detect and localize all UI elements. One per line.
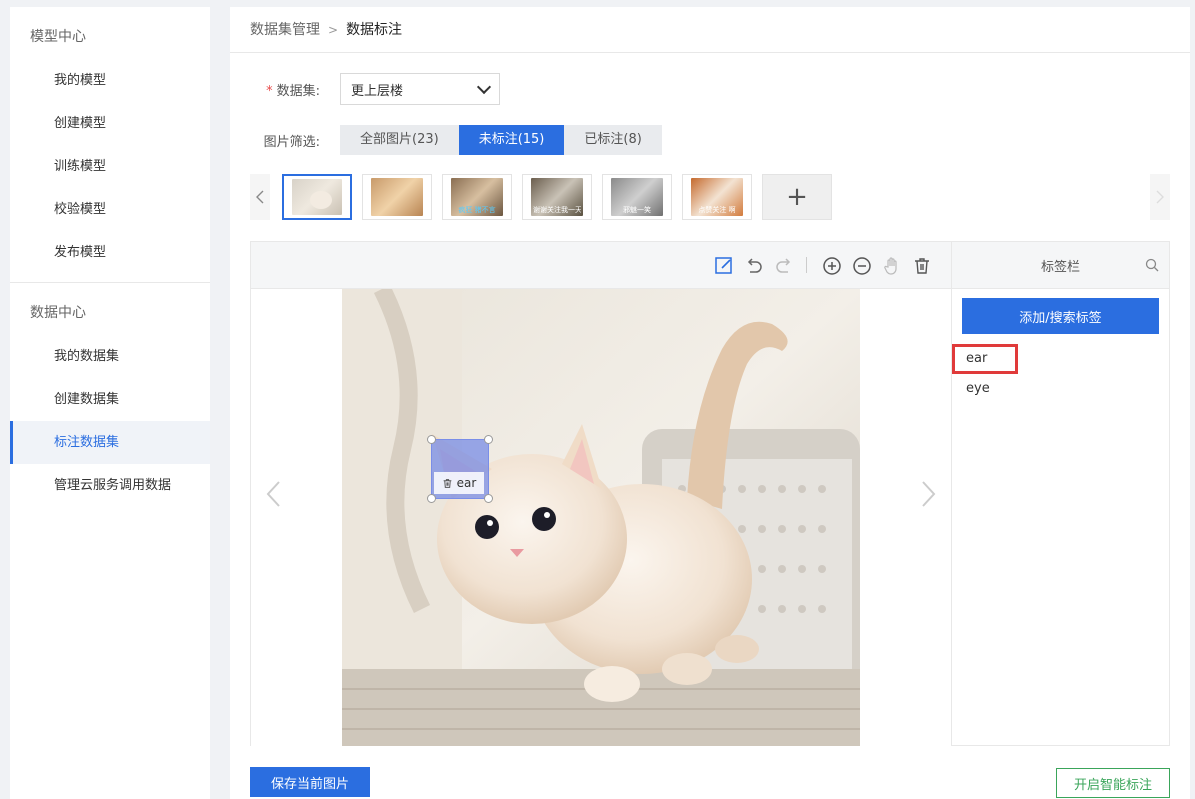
resize-handle-top-left[interactable]	[427, 435, 436, 444]
thumbnail-6[interactable]: 点赞关注 啊	[682, 174, 752, 220]
sidebar-item-annotate-dataset[interactable]: 标注数据集	[10, 421, 210, 464]
thumbnail-5[interactable]: 邪魅一笑	[602, 174, 672, 220]
sidebar-item-my-datasets[interactable]: 我的数据集	[10, 335, 210, 378]
resize-handle-top-right[interactable]	[484, 435, 493, 444]
thumbnail-caption: 疯狂 猪不言	[458, 206, 496, 214]
resize-handle-bottom-right[interactable]	[484, 494, 493, 503]
draw-box-icon[interactable]	[714, 256, 734, 276]
annotation-box-label: ear	[434, 472, 484, 494]
main-panel: 数据集管理 > 数据标注 * 数据集: 更上层楼 图片筛选: 全部图片(23) 未标注…	[230, 7, 1190, 799]
sidebar-item-train-model[interactable]: 训练模型	[10, 145, 210, 188]
annotation-toolbar	[251, 242, 951, 289]
filter-all[interactable]: 全部图片(23)	[340, 125, 459, 155]
tag-item-ear[interactable]: ear	[952, 344, 1018, 374]
sidebar-section-model: 模型中心 我的模型 创建模型 训练模型 校验模型 发布模型	[10, 7, 210, 282]
sidebar-group-title: 模型中心	[30, 29, 86, 45]
plus-icon: +	[786, 182, 808, 212]
resize-handle-bottom-left[interactable]	[427, 494, 436, 503]
thumbnail-caption: 邪魅一笑	[623, 206, 651, 214]
filter-unlabeled[interactable]: 未标注(15)	[458, 125, 565, 155]
breadcrumb-separator: >	[328, 23, 339, 37]
breadcrumb: 数据集管理 > 数据标注	[230, 7, 1190, 53]
thumbnail-next-button[interactable]	[1150, 174, 1170, 220]
hand-pan-icon[interactable]	[882, 256, 902, 276]
dataset-row: * 数据集: 更上层楼	[230, 73, 500, 105]
tag-panel: 标签栏 添加/搜索标签 ear eye	[951, 242, 1169, 746]
sidebar-group-title: 数据中心	[30, 305, 86, 321]
thumbnail-caption: 谢谢关注我一天的	[533, 206, 581, 214]
filter-label: 图片筛选:	[263, 134, 320, 150]
thumbnail-4[interactable]: 谢谢关注我一天的	[522, 174, 592, 220]
annotation-box-label-text: ear	[456, 476, 477, 490]
tag-panel-header: 标签栏	[952, 242, 1169, 289]
sidebar-item-create-dataset[interactable]: 创建数据集	[10, 378, 210, 421]
sidebar-item-my-models[interactable]: 我的模型	[10, 59, 210, 102]
annotation-canvas[interactable]: ear	[251, 289, 951, 746]
save-image-button[interactable]: 保存当前图片	[250, 767, 370, 797]
prev-image-icon[interactable]	[263, 479, 285, 509]
breadcrumb-current: 数据标注	[346, 22, 403, 38]
thumbnail-3[interactable]: 疯狂 猪不言	[442, 174, 512, 220]
thumbnail-caption: 点赞关注 啊	[698, 206, 736, 214]
zoom-in-icon[interactable]	[822, 256, 842, 276]
undo-icon[interactable]	[744, 256, 764, 276]
filter-row: 图片筛选: 全部图片(23) 未标注(15) 已标注(8)	[230, 125, 662, 155]
smart-annotation-button[interactable]: 开启智能标注	[1056, 768, 1170, 798]
next-image-icon[interactable]	[917, 479, 939, 509]
thumbnail-strip: 疯狂 猪不言 谢谢关注我一天的 邪魅一笑 点赞关注 啊 +	[250, 174, 1170, 222]
chevron-down-icon	[476, 79, 492, 94]
thumbnail-2[interactable]	[362, 174, 432, 220]
tag-item-eye[interactable]: eye	[952, 374, 1169, 404]
add-image-button[interactable]: +	[762, 174, 832, 220]
annotation-workspace: ear 标签栏 添加/搜索标签 ear eye	[250, 241, 1170, 746]
chevron-right-icon	[1156, 190, 1164, 204]
breadcrumb-parent[interactable]: 数据集管理	[250, 22, 320, 38]
toolbar-divider	[806, 257, 807, 273]
trash-icon[interactable]	[912, 256, 932, 276]
tag-panel-title: 标签栏	[1040, 259, 1080, 275]
sidebar-item-manage-cloud-data[interactable]: 管理云服务调用数据	[10, 464, 210, 507]
thumbnail-prev-button[interactable]	[250, 174, 270, 220]
dataset-label: * 数据集:	[266, 83, 320, 99]
dataset-select[interactable]: 更上层楼	[340, 73, 500, 105]
filter-segmented: 全部图片(23) 未标注(15) 已标注(8)	[340, 125, 662, 155]
tag-list: ear eye	[952, 344, 1169, 404]
add-search-tag-button[interactable]: 添加/搜索标签	[962, 298, 1159, 334]
trash-icon[interactable]	[442, 478, 453, 489]
filter-labeled[interactable]: 已标注(8)	[564, 125, 662, 155]
redo-icon[interactable]	[774, 256, 794, 276]
search-icon[interactable]	[1145, 258, 1159, 272]
dataset-select-value: 更上层楼	[351, 83, 404, 99]
sidebar: 模型中心 我的模型 创建模型 训练模型 校验模型 发布模型 数据中心 我的数据集…	[10, 7, 210, 799]
sidebar-section-data: 数据中心 我的数据集 创建数据集 标注数据集 管理云服务调用数据	[10, 282, 210, 515]
cat-image[interactable]	[342, 289, 860, 746]
annotation-box[interactable]: ear	[427, 435, 493, 503]
chevron-left-icon	[256, 190, 264, 204]
sidebar-item-create-model[interactable]: 创建模型	[10, 102, 210, 145]
zoom-out-icon[interactable]	[852, 256, 872, 276]
thumbnail-1[interactable]	[282, 174, 352, 220]
sidebar-item-publish-model[interactable]: 发布模型	[10, 231, 210, 274]
sidebar-item-validate-model[interactable]: 校验模型	[10, 188, 210, 231]
